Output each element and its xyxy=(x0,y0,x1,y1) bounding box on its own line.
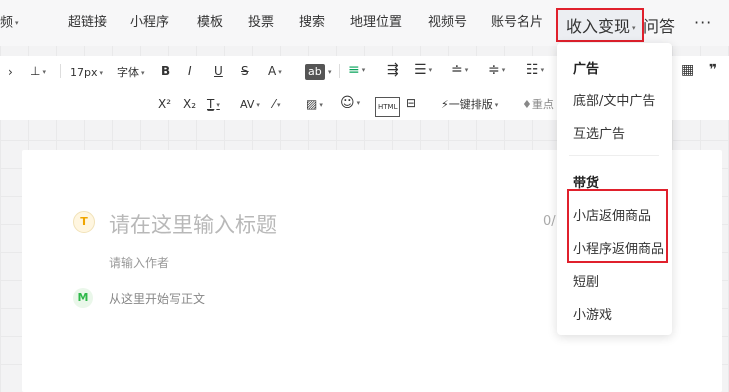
font-size-select[interactable]: 17px ▾ xyxy=(70,65,103,81)
title-icon: T xyxy=(73,211,95,233)
align-left-icon[interactable]: ≡ ▾ xyxy=(348,62,365,78)
chevron-down-icon: ▾ xyxy=(632,23,636,32)
nav-item-search[interactable]: 搜索 xyxy=(299,13,325,33)
toolbar-divider xyxy=(60,64,61,78)
ordered-list-icon[interactable]: ☷ ▾ xyxy=(526,62,544,78)
nav-item-account-card[interactable]: 账号名片 xyxy=(491,13,543,33)
nav-item-template[interactable]: 模板 xyxy=(197,13,223,33)
font-color-button[interactable]: A ▾ xyxy=(268,63,282,80)
underline-button[interactable]: U xyxy=(214,63,223,79)
paragraph-spacing-icon[interactable]: ≑ ▾ xyxy=(488,62,505,78)
format-painter-icon[interactable]: ⊥ ▾ xyxy=(30,63,46,80)
nav-item-qa[interactable]: 问答 xyxy=(643,13,675,37)
menu-divider xyxy=(569,155,659,156)
menu-item-bottom-ad[interactable]: 底部/文中广告 xyxy=(573,90,655,109)
title-counter: 0/ xyxy=(543,214,556,229)
emoji-icon[interactable]: ☺ ▾ xyxy=(340,95,360,111)
text-effect-icon[interactable]: T̲ ▾ xyxy=(207,96,220,113)
body-input[interactable]: 从这里开始写正文 xyxy=(109,290,205,307)
nav-item-vote[interactable]: 投票 xyxy=(248,13,274,33)
menu-item-short-drama[interactable]: 短剧 xyxy=(573,271,599,290)
nav-item-location[interactable]: 地理位置 xyxy=(350,13,402,33)
line-spacing-icon[interactable]: ≐ ▾ xyxy=(451,62,468,78)
list-icon[interactable]: ☰ ▾ xyxy=(414,62,432,78)
background-color-button[interactable]: ab xyxy=(305,64,325,80)
nav-item-revenue[interactable]: 收入变现 ▾ xyxy=(566,13,636,37)
chevron-down-icon[interactable]: ▾ xyxy=(326,63,332,80)
menu-item-mutual-ad[interactable]: 互选广告 xyxy=(573,123,625,142)
toolbar-divider xyxy=(339,64,340,78)
goods-items-highlight xyxy=(567,189,668,263)
one-click-format-button[interactable]: ⚡一键排版 ▾ xyxy=(441,97,498,113)
image-icon[interactable]: ▨ ▾ xyxy=(306,96,323,113)
bold-button[interactable]: B xyxy=(161,63,170,79)
superscript-button[interactable]: X² xyxy=(158,96,171,112)
italic-button[interactable]: I xyxy=(188,63,192,79)
magic-wand-icon[interactable]: ⁄ ▾ xyxy=(273,96,281,113)
subscript-button[interactable]: X₂ xyxy=(183,96,196,112)
nav-item-hyperlink[interactable]: 超链接 xyxy=(68,13,107,33)
table-icon[interactable]: ▦ xyxy=(681,62,694,78)
html-icon[interactable]: HTML xyxy=(375,97,401,117)
indent-icon[interactable]: ⇶ xyxy=(387,62,399,78)
chevron-down-icon: ▾ xyxy=(15,19,19,27)
letter-spacing-icon[interactable]: AV ▾ xyxy=(240,97,260,113)
quote-icon[interactable]: ❞ xyxy=(709,62,717,78)
strikethrough-button[interactable]: S xyxy=(241,63,249,79)
title-input[interactable]: 请在这里输入标题 xyxy=(109,209,277,239)
menu-item-mini-game[interactable]: 小游戏 xyxy=(573,304,612,323)
body-icon: M xyxy=(73,288,93,308)
author-input[interactable]: 请输入作者 xyxy=(109,254,169,271)
template-icon[interactable]: ⊟ xyxy=(406,95,416,111)
nav-item-channels[interactable]: 视频号 xyxy=(428,13,467,33)
font-family-select[interactable]: 字体 ▾ xyxy=(117,65,145,81)
nav-item-miniprogram[interactable]: 小程序 xyxy=(130,13,169,33)
nav-item-partial[interactable]: 频 ▾ xyxy=(0,13,19,34)
more-icon[interactable]: ··· xyxy=(694,13,712,32)
section-header-ads: 广告 xyxy=(573,62,600,77)
highlight-button[interactable]: ♦重点 xyxy=(522,97,554,113)
chevron-right-icon[interactable]: › xyxy=(8,64,13,80)
